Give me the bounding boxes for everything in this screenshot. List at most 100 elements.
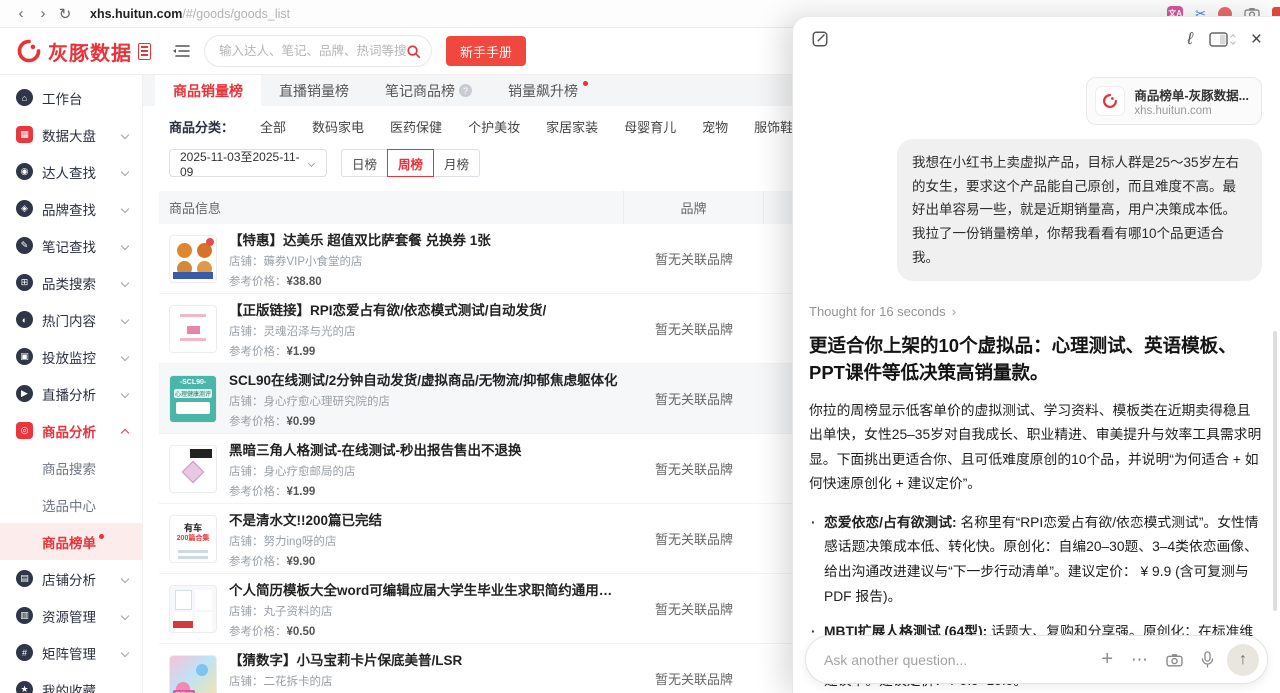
- search-icon[interactable]: [406, 44, 421, 59]
- product-title[interactable]: 【猜数字】小马宝莉卡片保底美普/LSR: [229, 649, 462, 669]
- sidebar-item-店铺分析[interactable]: ▤店铺分析: [0, 560, 142, 597]
- close-panel-icon[interactable]: ×: [1251, 30, 1262, 49]
- 矩阵管理-icon: #: [16, 644, 33, 661]
- huitun-logo[interactable]: 灰豚数据: [16, 37, 166, 66]
- sidebar-item-热门内容[interactable]: ◐热门内容: [0, 301, 142, 338]
- chevron-down-icon: [121, 167, 129, 175]
- sidebar-item-label: 热门内容: [42, 310, 96, 330]
- thought-toggle[interactable]: Thought for 16 seconds ›: [809, 303, 1262, 319]
- thought-label: Thought for 16 seconds: [809, 304, 946, 319]
- sidebar-item-矩阵管理[interactable]: #矩阵管理: [0, 634, 142, 671]
- panel-resize-chevrons-icon[interactable]: [1231, 35, 1235, 44]
- category-母婴育儿[interactable]: 母婴育儿: [624, 117, 676, 136]
- product-title[interactable]: 【正版链接】RPI恋爱占有欲/依恋模式测试/自动发货/: [229, 299, 546, 319]
- sidebar-item-资源管理[interactable]: ▥资源管理: [0, 597, 142, 634]
- sidebar-item-我的收藏[interactable]: ★我的收藏: [0, 671, 142, 693]
- column-product-info[interactable]: 商品信息: [159, 191, 624, 224]
- period-月榜[interactable]: 月榜: [433, 149, 480, 177]
- page-context-chip[interactable]: 商品榜单-灰豚数据... xhs.huitun.com: [1086, 77, 1262, 125]
- chevron-right-icon: ›: [952, 303, 957, 319]
- ai-input-bar[interactable]: + ⋯ ↑: [805, 635, 1268, 684]
- product-info-cell: 【特惠】达美乐 超值双比萨套餐 兑换券 1张店铺：薅券VIP小食堂的店参考价格：…: [159, 229, 624, 289]
- panel-position-icon[interactable]: [1209, 32, 1235, 47]
- global-search-input[interactable]: [219, 44, 406, 58]
- sidebar-item-投放监控[interactable]: ▣投放监控: [0, 338, 142, 375]
- sidebar-item-数据大盘[interactable]: ▦数据大盘: [0, 116, 142, 153]
- screenshot-camera-icon[interactable]: [1166, 653, 1183, 667]
- product-shop: 店铺：身心疗愈邮局的店: [229, 463, 522, 479]
- product-image: [169, 305, 217, 353]
- address-bar[interactable]: xhs.huitun.com/#/goods/goods_list: [90, 7, 290, 21]
- chevron-down-icon: [121, 574, 129, 582]
- sidebar-item-达人查找[interactable]: ◉ 达人查找: [0, 153, 142, 190]
- brand-cell: 暂无关联品牌: [624, 459, 764, 478]
- category-全部[interactable]: 全部: [260, 117, 286, 136]
- sidebar-item-商品分析[interactable]: ◎商品分析: [0, 412, 142, 449]
- product-text: 个人简历模板大全word可编辑应届大学生毕业生求职简约通用高端店铺：丸子资料的店…: [229, 579, 619, 639]
- period-日榜[interactable]: 日榜: [341, 149, 388, 177]
- tab-label: 商品销量榜: [173, 81, 243, 101]
- tab-商品销量榜[interactable]: 商品销量榜: [155, 75, 261, 106]
- category-个护美妆[interactable]: 个护美妆: [468, 117, 520, 136]
- product-title[interactable]: 黑暗三角人格测试-在线测试-秒出报告售出不退换: [229, 439, 522, 459]
- category-宠物[interactable]: 宠物: [702, 117, 728, 136]
- chevron-down-icon: [121, 315, 129, 323]
- 品牌查找-icon: ◈: [16, 200, 33, 217]
- 直播分析-icon: ▶: [16, 385, 33, 402]
- sidebar-item-商品搜索[interactable]: 商品搜索: [0, 449, 142, 486]
- tab-label: 销量飙升榜: [508, 81, 578, 101]
- pen-style-icon[interactable]: ℓ: [1187, 29, 1193, 49]
- product-text: 【猜数字】小马宝莉卡片保底美普/LSR店铺：二花拆卡的店参考价格：¥9.99: [229, 649, 462, 693]
- category-家居家装[interactable]: 家居家装: [546, 117, 598, 136]
- product-image: 猜数字: [169, 655, 217, 693]
- chevron-down-icon: [121, 352, 129, 360]
- category-医药保健[interactable]: 医药保健: [390, 117, 442, 136]
- logo-badge: [138, 43, 151, 60]
- assistant-heading: 更适合你上架的10个虚拟品：心理测试、英语模板、PPT课件等低决策高销量款。: [809, 333, 1262, 387]
- attach-plus-icon[interactable]: +: [1101, 648, 1113, 671]
- brand-cell: 暂无关联品牌: [624, 669, 764, 688]
- 数据大盘-icon: ▦: [16, 126, 33, 143]
- sidebar-item-直播分析[interactable]: ▶直播分析: [0, 375, 142, 412]
- product-title[interactable]: 不是清水文!!200篇已完结: [229, 509, 382, 529]
- sidebar-item-品类搜索[interactable]: ⊞品类搜索: [0, 264, 142, 301]
- sidebar-item-label: 工作台: [42, 88, 83, 108]
- tab-销量飙升榜[interactable]: 销量飙升榜: [490, 75, 596, 106]
- sidebar-item-笔记查找[interactable]: ✎笔记查找: [0, 227, 142, 264]
- product-title[interactable]: 个人简历模板大全word可编辑应届大学生毕业生求职简约通用高端: [229, 579, 619, 599]
- product-info-cell: 有车200篇合集不是清水文!!200篇已完结店铺：努力ing呀的店参考价格：¥9…: [159, 509, 624, 569]
- sidebar-item-label: 我的收藏: [42, 680, 96, 693]
- sidebar-item-商品榜单[interactable]: 商品榜单: [0, 523, 142, 560]
- sidebar-item-label: 投放监控: [42, 347, 96, 367]
- beginner-handbook-button[interactable]: 新手手册: [446, 36, 526, 66]
- period-周榜[interactable]: 周榜: [387, 149, 434, 177]
- column-brand[interactable]: 品牌: [624, 191, 764, 224]
- browser-forward-button[interactable]: ›: [32, 5, 54, 22]
- tab-笔记商品榜[interactable]: 笔记商品榜?: [367, 75, 490, 106]
- period-segmented-control: 日榜周榜月榜: [341, 149, 480, 177]
- ai-conversation: 商品榜单-灰豚数据... xhs.huitun.com 我想在小红书上卖虚拟产品…: [793, 61, 1280, 693]
- product-text: 【正版链接】RPI恋爱占有欲/依恋模式测试/自动发货/店铺：灵魂沼泽与光的店参考…: [229, 299, 546, 359]
- product-title[interactable]: SCL90在线测试/2分钟自动发货/虚拟商品/无物流/抑郁焦虑躯体化: [229, 369, 618, 389]
- sidebar-item-工作台[interactable]: ⌂工作台: [0, 79, 142, 116]
- 达人查找-icon: ◉: [16, 163, 33, 180]
- category-数码家电[interactable]: 数码家电: [312, 117, 364, 136]
- sidebar-item-label: 达人查找: [42, 162, 96, 182]
- sidebar-item-品牌查找[interactable]: ◈品牌查找: [0, 190, 142, 227]
- microphone-icon[interactable]: [1201, 651, 1214, 668]
- date-range-select[interactable]: 2025-11-03至2025-11-09: [169, 149, 327, 177]
- ai-question-input[interactable]: [824, 652, 1092, 668]
- collapse-sidebar-icon[interactable]: [172, 44, 190, 58]
- product-title[interactable]: 【特惠】达美乐 超值双比萨套餐 兑换券 1张: [229, 229, 491, 249]
- tab-直播销量榜[interactable]: 直播销量榜: [261, 75, 367, 106]
- browser-back-button[interactable]: ‹: [10, 5, 32, 22]
- help-icon[interactable]: ?: [459, 84, 472, 97]
- brand-cell: 暂无关联品牌: [624, 319, 764, 338]
- panel-scrollbar[interactable]: [1273, 331, 1277, 611]
- global-search[interactable]: [204, 35, 432, 67]
- browser-reload-button[interactable]: ↻: [54, 5, 76, 23]
- new-chat-icon[interactable]: [811, 30, 829, 48]
- send-button[interactable]: ↑: [1227, 644, 1259, 676]
- more-options-icon[interactable]: ⋯: [1131, 650, 1148, 670]
- sidebar-item-选品中心[interactable]: 选品中心: [0, 486, 142, 523]
